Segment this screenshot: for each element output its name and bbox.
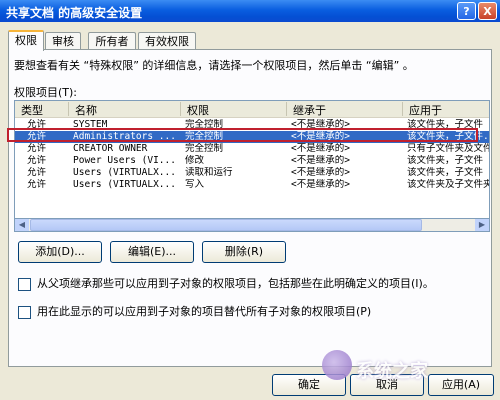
window-title: 共享文档 的高级安全设置 bbox=[6, 6, 143, 20]
replace-checkbox-label: 用在此显示的可以应用到子对象的项目替代所有子对象的权限项目(P) bbox=[37, 305, 372, 318]
column-type[interactable]: 类型 bbox=[15, 102, 69, 117]
list-header: 类型 名称 权限 继承于 应用于 bbox=[15, 101, 489, 118]
cell-type: 允许 bbox=[27, 143, 47, 154]
remove-button[interactable]: 删除(R) bbox=[202, 241, 286, 263]
security-settings-dialog: 共享文档 的高级安全设置 ? X 权限 审核 所有者 有效权限 要想查看有关 “… bbox=[0, 0, 500, 400]
tab-effective-permissions[interactable]: 有效权限 bbox=[138, 32, 196, 49]
column-inherited-from[interactable]: 继承于 bbox=[287, 102, 403, 117]
close-button[interactable]: X bbox=[478, 2, 497, 20]
cell-permission: 完全控制 bbox=[185, 143, 224, 154]
add-button[interactable]: 添加(D)... bbox=[18, 241, 102, 263]
cell-name: Administrators ... bbox=[73, 131, 176, 142]
permission-entries-list[interactable]: 类型 名称 权限 继承于 应用于 允许 SYSTEM 完全控制 <不是继承的> … bbox=[14, 100, 490, 232]
cell-applies: 该文件夹及子文件夹 bbox=[407, 179, 490, 190]
help-button[interactable]: ? bbox=[457, 2, 476, 20]
cell-applies: 该文件夹，子文件 bbox=[407, 155, 484, 166]
cell-applies: 只有子文件夹及文件 bbox=[407, 143, 490, 154]
table-row[interactable]: 允许 CREATOR OWNER 完全控制 <不是继承的> 只有子文件夹及文件 bbox=[15, 143, 489, 155]
replace-checkbox-row[interactable]: 用在此显示的可以应用到子对象的项目替代所有子对象的权限项目(P) bbox=[18, 303, 371, 319]
inherit-checkbox-label: 从父项继承那些可以应用到子对象的权限项目，包括那些在此明确定义的项目(I)。 bbox=[37, 277, 434, 290]
title-bar: 共享文档 的高级安全设置 ? X bbox=[0, 0, 500, 22]
description-text: 要想查看有关 “特殊权限” 的详细信息，请选择一个权限项目，然后单击 “编辑” … bbox=[14, 59, 414, 72]
apply-button[interactable]: 应用(A) bbox=[428, 374, 494, 396]
table-row[interactable]: 允许 Users (VIRTUALX... 读取和运行 <不是继承的> 该文件夹… bbox=[15, 167, 489, 179]
cell-type: 允许 bbox=[27, 131, 47, 142]
horizontal-scrollbar[interactable]: ◀ ▶ bbox=[14, 218, 490, 232]
cell-name: Users (VIRTUALX... bbox=[73, 179, 176, 190]
table-row[interactable]: 允许 SYSTEM 完全控制 <不是继承的> 该文件夹，子文件 bbox=[15, 119, 489, 131]
tab-permissions[interactable]: 权限 bbox=[8, 30, 44, 51]
cell-permission: 读取和运行 bbox=[185, 167, 233, 178]
cell-inherited: <不是继承的> bbox=[291, 131, 350, 142]
inherit-checkbox[interactable] bbox=[18, 277, 31, 291]
cell-permission: 完全控制 bbox=[185, 131, 224, 142]
cell-inherited: <不是继承的> bbox=[291, 143, 350, 154]
replace-checkbox[interactable] bbox=[18, 305, 31, 319]
tab-owner[interactable]: 所有者 bbox=[88, 32, 136, 49]
cell-applies: 该文件夹，子文件 bbox=[407, 119, 484, 130]
cell-type: 允许 bbox=[27, 119, 47, 130]
permission-entries-label: 权限项目(T): bbox=[14, 86, 78, 99]
cell-inherited: <不是继承的> bbox=[291, 179, 350, 190]
cell-type: 允许 bbox=[27, 167, 47, 178]
cell-type: 允许 bbox=[27, 155, 47, 166]
cell-applies: 该文件夹，子文件 bbox=[407, 167, 484, 178]
cell-applies: 该文件夹，子文件... bbox=[407, 131, 489, 142]
scroll-right-icon[interactable]: ▶ bbox=[475, 219, 489, 231]
watermark-text: 系统之家 bbox=[356, 361, 428, 382]
cell-permission: 写入 bbox=[185, 179, 205, 190]
column-name[interactable]: 名称 bbox=[69, 102, 181, 117]
tab-auditing[interactable]: 审核 bbox=[45, 32, 81, 49]
table-row[interactable]: 允许 Power Users (VI... 修改 <不是继承的> 该文件夹，子文… bbox=[15, 155, 489, 167]
cell-permission: 完全控制 bbox=[185, 119, 224, 130]
edit-button[interactable]: 编辑(E)... bbox=[110, 241, 194, 263]
cell-inherited: <不是继承的> bbox=[291, 119, 350, 130]
watermark-logo-icon bbox=[322, 350, 352, 380]
cell-name: Users (VIRTUALX... bbox=[73, 167, 176, 178]
table-row[interactable]: 允许 Users (VIRTUALX... 写入 <不是继承的> 该文件夹及子文… bbox=[15, 179, 489, 191]
cell-inherited: <不是继承的> bbox=[291, 167, 350, 178]
scroll-left-icon[interactable]: ◀ bbox=[15, 219, 29, 231]
scroll-thumb[interactable] bbox=[30, 219, 422, 231]
cell-inherited: <不是继承的> bbox=[291, 155, 350, 166]
table-row-selected[interactable]: 允许 Administrators ... 完全控制 <不是继承的> 该文件夹，… bbox=[15, 131, 489, 143]
cell-name: SYSTEM bbox=[73, 119, 108, 130]
cell-type: 允许 bbox=[27, 179, 47, 190]
column-permission[interactable]: 权限 bbox=[181, 102, 287, 117]
cell-name: Power Users (VI... bbox=[73, 155, 176, 166]
column-applies-to[interactable]: 应用于 bbox=[403, 102, 489, 117]
cell-permission: 修改 bbox=[185, 155, 205, 166]
inherit-checkbox-row[interactable]: 从父项继承那些可以应用到子对象的权限项目，包括那些在此明确定义的项目(I)。 bbox=[18, 275, 434, 291]
cell-name: CREATOR OWNER bbox=[73, 143, 148, 154]
